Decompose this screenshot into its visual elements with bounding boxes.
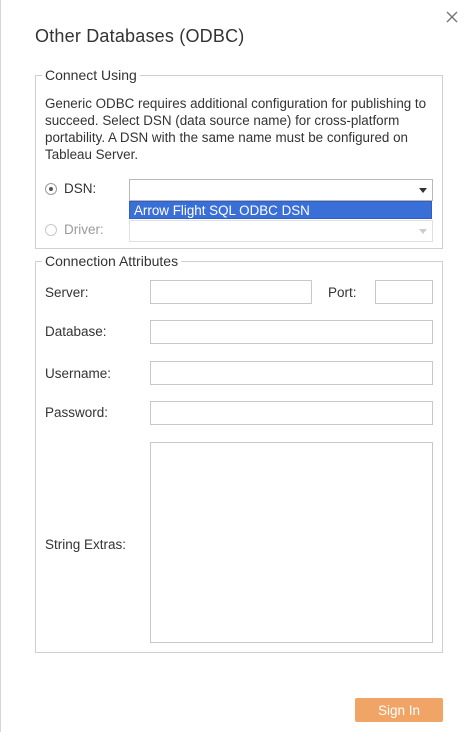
connection-attributes-legend: Connection Attributes [45,253,179,269]
string-extras-label: String Extras: [45,537,127,552]
close-icon-glyph [446,11,458,23]
password-label: Password: [45,405,109,420]
close-icon[interactable] [442,8,462,28]
chevron-down-icon [419,229,427,234]
server-input[interactable] [150,280,312,304]
chevron-down-icon [419,188,427,193]
database-input[interactable] [150,320,433,344]
port-input[interactable] [375,280,433,304]
port-label: Port: [328,285,357,300]
string-extras-textarea[interactable] [150,442,433,643]
username-label: Username: [45,366,112,381]
password-input[interactable] [150,401,433,425]
sign-in-button[interactable]: Sign In [355,698,443,722]
dialog-title: Other Databases (ODBC) [35,26,245,46]
driver-radio-row[interactable]: Driver: [45,222,104,237]
driver-select [129,220,433,242]
database-label: Database: [45,324,107,339]
connect-using-legend: Connect Using [45,67,137,83]
odbc-dialog: Other Databases (ODBC) Connect Using Gen… [0,0,474,732]
username-input[interactable] [150,361,433,385]
dsn-radio[interactable] [45,182,57,195]
driver-radio[interactable] [45,223,57,236]
dsn-radio-row[interactable]: DSN: [45,181,96,196]
odbc-description: Generic ODBC requires additional configu… [45,96,427,162]
dsn-select[interactable] [129,179,433,201]
dsn-dropdown-option[interactable]: Arrow Flight SQL ODBC DSN [129,201,432,219]
server-label: Server: [45,285,89,300]
driver-label: Driver: [64,222,104,237]
dsn-label: DSN: [64,181,97,196]
